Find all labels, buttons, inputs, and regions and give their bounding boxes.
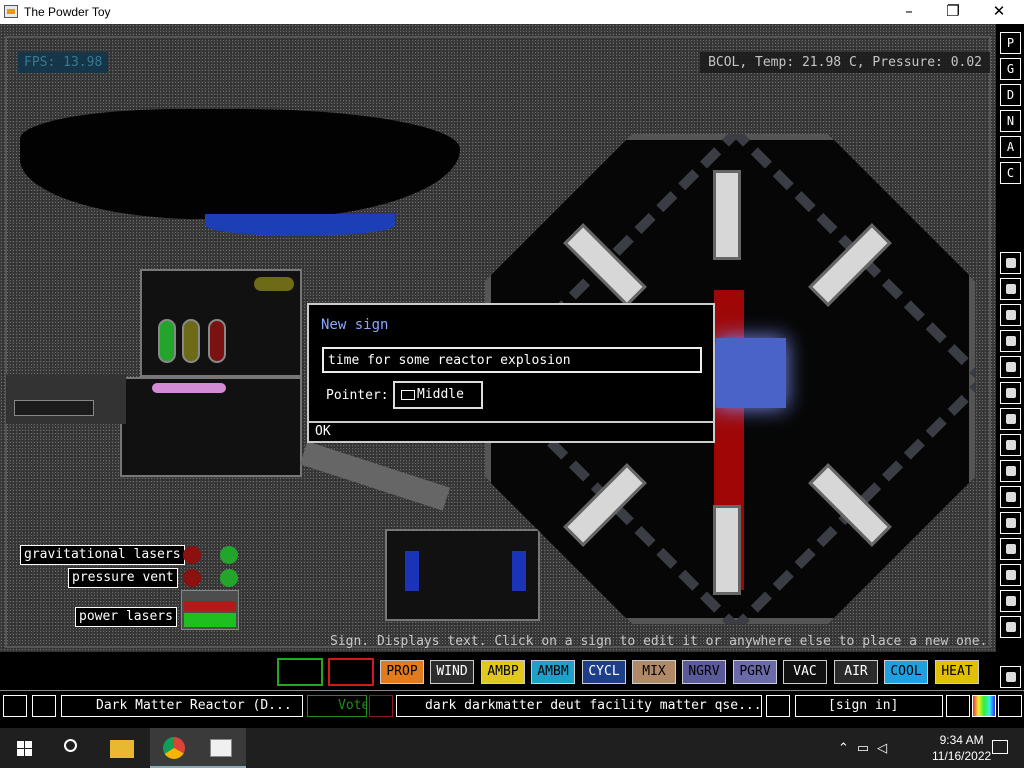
menu-c[interactable]: C [1000,162,1021,184]
element-ngrv[interactable]: NGRV [682,660,726,684]
category-powered-icon[interactable] [1000,304,1021,326]
category-gases-icon[interactable] [1000,408,1021,430]
title-bar: The Powder Toy – ❐ ✕ [0,0,1024,24]
element-ambm[interactable]: AMBM [531,660,575,684]
system-tray-icons[interactable]: ⌃▭◁ [838,740,918,756]
login-button[interactable]: [sign in] [795,695,943,717]
indicator-light [220,569,238,587]
close-button[interactable]: ✕ [976,0,1022,24]
search-icon[interactable] [48,728,96,768]
chrome-icon[interactable] [150,728,198,768]
element-prop[interactable]: PROP [380,660,424,684]
category-special-icon[interactable] [1000,538,1021,560]
pointer-dropdown[interactable]: Middle [393,381,483,409]
pointer-label: Pointer: [326,388,389,403]
fps-counter: FPS: 13.98 [18,52,109,73]
indicator-light [183,569,201,587]
indicator-light [220,546,238,564]
element-air[interactable]: AIR [834,660,878,684]
search-icon[interactable] [1000,666,1021,688]
window-title: The Powder Toy [24,5,111,19]
sign-tool-icon[interactable] [328,658,374,686]
ok-button[interactable]: OK [309,421,713,441]
right-menu: P G D N A C [998,32,1024,722]
water-pool [205,214,395,236]
dialog-title: New sign [321,317,389,333]
lower-room [120,377,302,477]
tank-room [140,269,302,377]
menu-p[interactable]: P [1000,32,1021,54]
category-force-icon[interactable] [1000,356,1021,378]
category-powders-icon[interactable] [1000,460,1021,482]
sign-pressure-vent[interactable]: pressure vent [68,568,178,588]
category-radioactive-icon[interactable] [1000,512,1021,534]
reactor-pod [713,170,741,260]
settings-icon[interactable] [946,695,970,717]
element-ambp[interactable]: AMBP [481,660,525,684]
start-icon[interactable] [0,728,48,768]
simulation-canvas[interactable]: FPS: 13.98 BCOL, Temp: 21.98 C, Pressure… [0,24,996,652]
sign-gravitational-lasers[interactable]: gravitational lasers [20,545,185,565]
element-cool[interactable]: COOL [884,660,928,684]
new-sign-dialog: New sign Pointer: Middle OK [307,303,715,443]
element-mix[interactable]: MIX [632,660,676,684]
reactor-pod [713,505,741,595]
save-name-button[interactable]: Dark Matter Reactor (D... [61,695,303,717]
tool-hint: Sign. Displays text. Click on a sign to … [330,634,988,649]
category-liquids-icon[interactable] [1000,434,1021,456]
reload-icon[interactable] [32,695,56,717]
power-laser-switches [181,590,239,630]
sign-text-input[interactable] [322,347,702,373]
tags-button[interactable]: dark darkmatter deut facility matter qse… [396,695,762,717]
element-cycl[interactable]: CYCL [582,660,626,684]
category-solids-icon[interactable] [1000,486,1021,508]
maximize-button[interactable]: ❐ [930,0,976,24]
open-icon[interactable] [3,695,27,717]
control-room [385,529,540,621]
reactor-core [716,338,786,408]
element-pgrv[interactable]: PGRV [733,660,777,684]
game-area: FPS: 13.98 BCOL, Temp: 21.98 C, Pressure… [0,24,1024,724]
new-simulation-icon[interactable] [766,695,790,717]
menu-a[interactable]: A [1000,136,1021,158]
minimize-button[interactable]: – [886,0,932,24]
powder-toy-taskbar-icon[interactable] [198,728,246,768]
element-vac[interactable]: VAC [783,660,827,684]
category-explosives-icon[interactable] [1000,382,1021,404]
pipette-tool-icon[interactable] [277,658,323,686]
menu-d[interactable]: D [1000,84,1021,106]
category-walls-icon[interactable] [1000,252,1021,274]
app-icon [4,5,18,18]
pause-icon[interactable] [998,695,1022,717]
category-life-icon[interactable] [1000,564,1021,586]
menu-n[interactable]: N [1000,110,1021,132]
element-heat[interactable]: HEAT [935,660,979,684]
element-wind[interactable]: WIND [430,660,474,684]
menu-g[interactable]: G [1000,58,1021,80]
vote-down-icon[interactable] [369,695,393,717]
category-electronics-icon[interactable] [1000,278,1021,300]
bottom-bar: Dark Matter Reactor (D... Vote dark dark… [0,690,1024,722]
cursor-info: BCOL, Temp: 21.98 C, Pressure: 0.02 [700,52,990,73]
element-bar: PROP WIND AMBP AMBM CYCL MIX NGRV PGRV V… [0,656,996,688]
vote-up-button[interactable]: Vote [307,695,367,717]
corridor [6,374,126,424]
sign-power-lasers[interactable]: power lasers [75,607,177,627]
display-mode-icon[interactable] [972,695,996,717]
notifications-icon[interactable] [976,728,1024,768]
category-tools-icon[interactable] [1000,590,1021,612]
category-sensors-icon[interactable] [1000,330,1021,352]
category-favorites-icon[interactable] [1000,616,1021,638]
file-explorer-icon[interactable] [98,728,146,768]
indicator-light [183,546,201,564]
windows-taskbar: ⌃▭◁ 9:34 AM 11/16/2022 [0,728,1024,768]
